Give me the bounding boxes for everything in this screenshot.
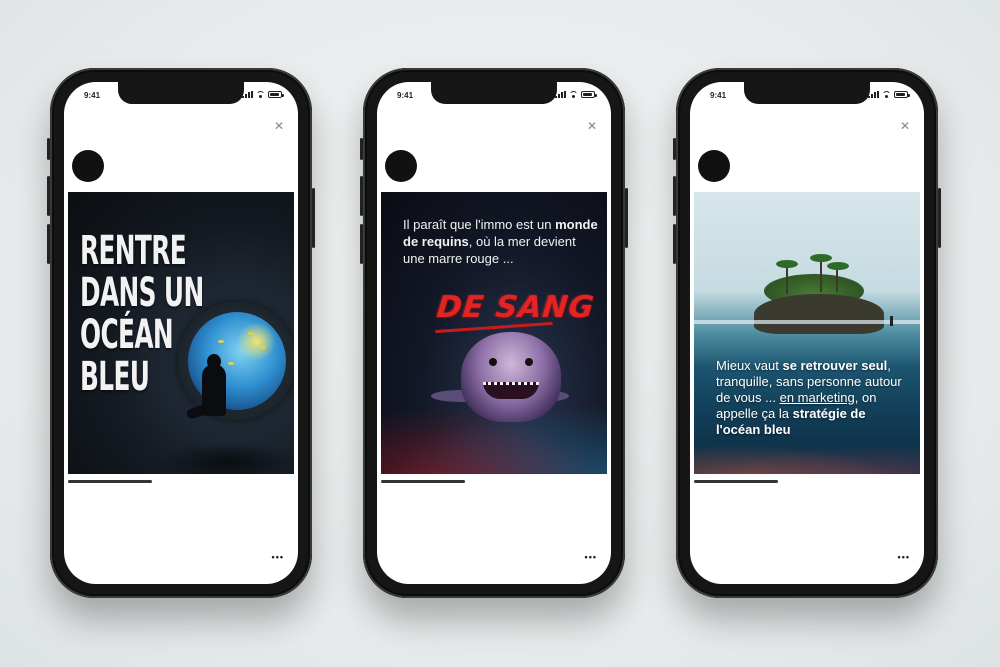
text-segment: Il paraît que l'immo est un: [403, 217, 556, 232]
palm-trunk: [786, 264, 788, 294]
power-button: [938, 188, 941, 248]
volume-up-button: [360, 176, 363, 216]
shark-eye: [489, 358, 497, 366]
status-icons: [555, 91, 597, 98]
person-figure: [890, 316, 893, 326]
palm-trunk: [820, 258, 822, 292]
battery-icon: [581, 91, 597, 98]
notch: [744, 82, 870, 104]
mute-switch: [47, 138, 50, 160]
volume-up-button: [673, 176, 676, 216]
close-icon[interactable]: ✕: [274, 120, 284, 132]
avatar[interactable]: [385, 150, 417, 182]
status-time: 9:41: [84, 91, 101, 100]
signal-icon: [242, 91, 253, 98]
avatar[interactable]: [72, 150, 104, 182]
phone-3: 9:41 ✕ Mieux vaut se retrouver seul, tra…: [673, 68, 941, 598]
power-button: [312, 188, 315, 248]
power-button: [625, 188, 628, 248]
post-headline: RENTRE DANS UN OCÉAN BLEU: [80, 230, 294, 398]
signal-icon: [868, 91, 879, 98]
mute-switch: [360, 138, 363, 160]
more-icon[interactable]: •••: [898, 552, 910, 562]
status-time: 9:41: [710, 91, 727, 100]
headline-line: OCÉAN: [80, 312, 174, 358]
post-text: Il paraît que l'immo est un monde de req…: [403, 216, 599, 267]
wifi-icon: [256, 91, 265, 98]
headline-line: BLEU: [80, 354, 150, 400]
phone-1: 9:41 ✕ RENTRE DANS UN OCÉAN BLEU •••: [47, 68, 315, 598]
post-text: Mieux vaut se retrouver seul, tranquille…: [716, 358, 912, 438]
battery-icon: [894, 91, 910, 98]
phone-2: 9:41 ✕ Il paraît que l'immo est un monde…: [360, 68, 628, 598]
palm-leaves: [810, 254, 832, 262]
mute-switch: [673, 138, 676, 160]
island-rock: [754, 294, 884, 334]
status-icons: [868, 91, 910, 98]
more-icon[interactable]: •••: [585, 552, 597, 562]
floor-shadow: [158, 442, 294, 474]
notch: [431, 82, 557, 104]
headline-line: RENTRE: [80, 228, 187, 274]
wifi-icon: [882, 91, 891, 98]
palm-leaves: [827, 262, 849, 270]
palm-leaves: [776, 260, 798, 268]
coral-reef: [694, 438, 920, 474]
volume-down-button: [673, 224, 676, 264]
story-post: RENTRE DANS UN OCÉAN BLEU: [68, 192, 294, 474]
accent-text: DE SANG: [435, 290, 597, 325]
headline-line: DANS UN: [80, 270, 204, 316]
phone-screen: 9:41 ✕ Il paraît que l'immo est un monde…: [377, 82, 611, 584]
shark-mouth: [483, 382, 539, 399]
volume-down-button: [47, 224, 50, 264]
shark-eye: [525, 358, 533, 366]
story-post: Il paraît que l'immo est un monde de req…: [381, 192, 607, 474]
signal-icon: [555, 91, 566, 98]
battery-icon: [268, 91, 284, 98]
status-icons: [242, 91, 284, 98]
close-icon[interactable]: ✕: [900, 120, 910, 132]
shark-image: [461, 332, 561, 422]
phone-screen: 9:41 ✕ Mieux vaut se retrouver seul, tra…: [690, 82, 924, 584]
phone-screen: 9:41 ✕ RENTRE DANS UN OCÉAN BLEU •••: [64, 82, 298, 584]
volume-down-button: [360, 224, 363, 264]
text-bold-segment: se retrouver seul: [782, 358, 888, 373]
close-icon[interactable]: ✕: [587, 120, 597, 132]
volume-up-button: [47, 176, 50, 216]
more-icon[interactable]: •••: [272, 552, 284, 562]
wifi-icon: [569, 91, 578, 98]
story-progress-bar: [694, 480, 778, 483]
text-underlined-segment: en marketing: [779, 390, 855, 405]
status-time: 9:41: [397, 91, 414, 100]
text-segment: Mieux vaut: [716, 358, 783, 373]
story-progress-bar: [68, 480, 152, 483]
story-progress-bar: [381, 480, 465, 483]
notch: [118, 82, 244, 104]
avatar[interactable]: [698, 150, 730, 182]
water-surface: [694, 320, 920, 324]
story-post: Mieux vaut se retrouver seul, tranquille…: [694, 192, 920, 474]
